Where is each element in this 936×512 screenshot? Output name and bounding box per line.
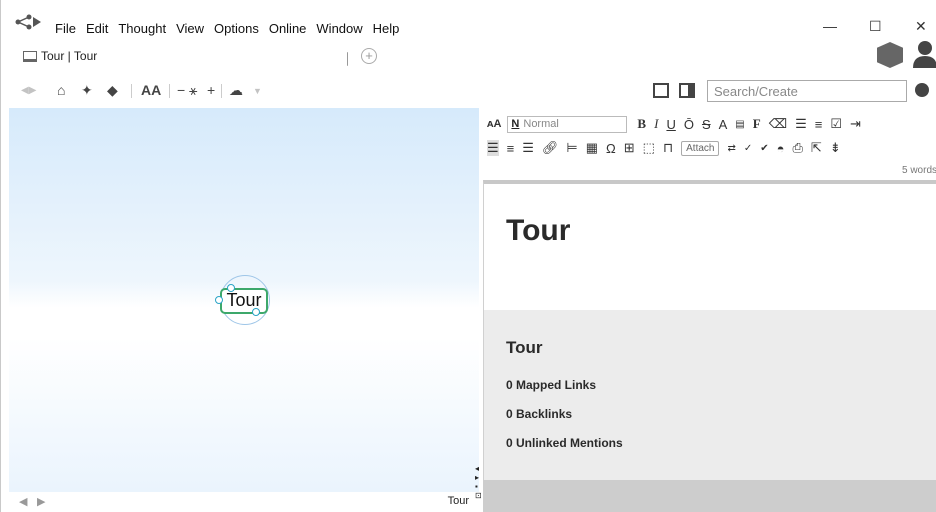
layout-right-icon[interactable] (679, 83, 695, 98)
distance-icon[interactable]: ⚹ (189, 82, 197, 99)
align-left-icon[interactable]: ☰ (487, 140, 499, 156)
export-icon[interactable]: ⇱ (811, 140, 822, 156)
font-size-icon[interactable]: ᴀA (487, 118, 501, 130)
child-gate[interactable] (252, 308, 260, 316)
strikethrough-icon[interactable]: S (702, 117, 711, 132)
editor-toolbar-top: ᴀA N Normal B I U Ō S A ▤ F ⌫ ☰ ≡ ☑ ⇥ (483, 112, 936, 136)
spellcheck-icon[interactable]: ✓ (744, 143, 752, 154)
font-size-button[interactable]: AA (141, 82, 161, 98)
toolbar-divider (169, 84, 170, 98)
tag-icon[interactable]: ◆ (107, 82, 118, 99)
jump-gate[interactable] (215, 296, 223, 304)
backlinks-count[interactable]: 0 Backlinks (506, 407, 572, 421)
mapped-links-count[interactable]: 0 Mapped Links (506, 378, 596, 392)
active-thought[interactable]: Tour (220, 288, 268, 314)
align-right-icon[interactable]: ☰ (522, 140, 534, 156)
paragraph-style-select[interactable]: N Normal (507, 115, 628, 133)
style-letter: N (511, 117, 520, 130)
new-tab-button[interactable]: + (361, 48, 377, 64)
align-center-icon[interactable]: ≡ (507, 141, 515, 156)
indent-icon[interactable]: ⇥ (850, 116, 861, 132)
search-input[interactable]: Search/Create (707, 80, 907, 102)
layout-bottom-icon[interactable] (653, 83, 669, 98)
cloud-sync-icon[interactable]: ☁ (229, 82, 243, 99)
tab-row: Tour | Tour + (1, 44, 936, 74)
toolbar-divider (221, 84, 222, 98)
unlinked-mentions-count[interactable]: 0 Unlinked Mentions (506, 436, 623, 450)
overline-icon[interactable]: Ō (684, 117, 694, 132)
numbered-list-icon[interactable]: ≡ (815, 117, 823, 132)
underline-icon[interactable]: U (666, 117, 675, 132)
spellcheck-toggle-icon[interactable]: ✔ (760, 143, 768, 154)
menu-online[interactable]: Online (269, 21, 307, 36)
table-icon[interactable]: ⊞ (624, 140, 635, 156)
menu-help[interactable]: Help (373, 21, 400, 36)
history-back-button[interactable]: ◀ (19, 495, 27, 508)
user-account-icon[interactable] (911, 38, 936, 68)
font-family-icon[interactable]: F (753, 116, 761, 132)
bold-icon[interactable]: B (637, 116, 646, 132)
checkbox-icon[interactable]: ☑ (830, 116, 842, 132)
pins-icon[interactable]: ✦ (81, 82, 93, 99)
book-icon[interactable]: ⊓ (663, 140, 673, 156)
menu-file[interactable]: File (55, 21, 76, 36)
backlinks-section: Tour 0 Mapped Links 0 Backlinks 0 Unlink… (484, 310, 936, 480)
brain-logo-icon (15, 14, 41, 30)
back-icon[interactable]: ◀▶ (21, 85, 36, 96)
highlight-icon[interactable]: ▤ (735, 119, 744, 130)
calculator-icon[interactable]: ▦ (586, 140, 598, 156)
main-menu: File Edit Thought View Options Online Wi… (55, 21, 409, 36)
minimize-button[interactable]: — (823, 18, 837, 34)
toolbar-divider (131, 84, 132, 98)
replace-icon[interactable]: ⇄ (727, 143, 735, 154)
splitter-handle-icon[interactable]: ◂ ▸ ▪ ⊡ (475, 464, 482, 500)
tab-label: Tour | Tour (41, 49, 98, 63)
note-title: Tour (506, 214, 571, 247)
tab-divider (347, 52, 348, 66)
bullet-list-icon[interactable]: ☰ (795, 116, 807, 132)
parent-gate[interactable] (227, 284, 235, 292)
omega-icon[interactable]: Ω (606, 141, 616, 156)
zoom-in-icon[interactable]: + (207, 82, 215, 98)
plex-footer: ◀ ▶ Tour (9, 492, 479, 512)
collapse-icon[interactable]: ⇟ (830, 140, 841, 156)
menu-bar: File Edit Thought View Options Online Wi… (1, 0, 936, 44)
app-window: File Edit Thought View Options Online Wi… (0, 0, 936, 512)
word-count: 5 words (901, 165, 936, 176)
horizontal-rule-icon[interactable]: ⊨ (566, 140, 577, 156)
brain-tab-icon (23, 50, 37, 62)
link-icon[interactable]: 🔗︎ (542, 140, 559, 156)
editor-toolbar-bottom: ☰ ≡ ☰ 🔗︎ ⊨ ▦ Ω ⊞ ⬚ ⊓ Attach ⇄ ✓ ✔ ◓ ⎙ ⇱ … (483, 136, 936, 160)
print-icon[interactable]: ⎙ (793, 140, 803, 156)
home-icon[interactable]: ⌂ (57, 82, 65, 98)
menu-window[interactable]: Window (316, 21, 362, 36)
close-button[interactable]: ✕ (915, 18, 927, 35)
image-icon[interactable]: ⬚ (643, 140, 655, 156)
note-page[interactable]: Tour Tour 0 Mapped Links 0 Backlinks 0 U… (483, 180, 936, 480)
history-forward-button[interactable]: ▶ (37, 495, 45, 508)
zoom-out-icon[interactable]: − (177, 82, 185, 98)
tab-tour[interactable]: Tour | Tour (23, 49, 97, 63)
cloud-dropdown-icon[interactable]: ▼ (253, 86, 262, 96)
incognito-icon[interactable]: ◓ (777, 141, 785, 156)
menu-thought[interactable]: Thought (118, 21, 166, 36)
italic-icon[interactable]: I (654, 116, 658, 132)
footer-thought-name: Tour (447, 495, 469, 507)
style-name: Normal (523, 117, 559, 130)
font-color-icon[interactable]: A (719, 117, 728, 132)
maximize-button[interactable]: ☐ (869, 18, 882, 35)
history-clock-icon[interactable] (915, 83, 929, 97)
attach-button[interactable]: Attach (681, 140, 720, 156)
notes-background (483, 480, 936, 512)
menu-edit[interactable]: Edit (86, 21, 108, 36)
backlinks-title: Tour (506, 338, 543, 357)
notes-panel: ᴀA N Normal B I U Ō S A ▤ F ⌫ ☰ ≡ ☑ ⇥ ☰ ≡… (483, 108, 936, 512)
clear-format-icon[interactable]: ⌫ (769, 116, 787, 132)
menu-options[interactable]: Options (214, 21, 259, 36)
menu-view[interactable]: View (176, 21, 204, 36)
